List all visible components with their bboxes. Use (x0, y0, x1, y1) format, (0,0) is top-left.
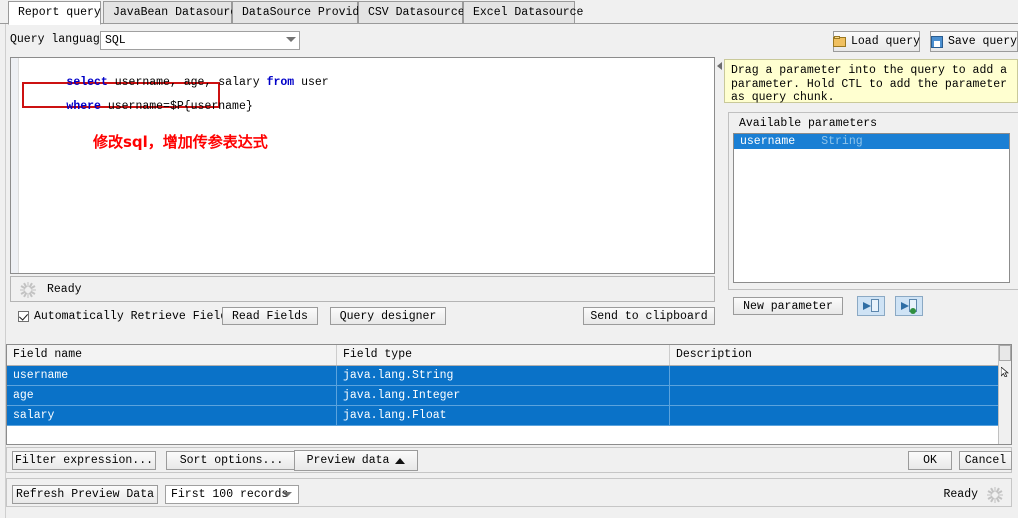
arrow-into-document-add-icon (901, 299, 917, 314)
tab-label: JavaBean Datasource (113, 6, 245, 19)
sql-editor[interactable]: select username, age, salary from user w… (10, 57, 715, 274)
records-count-value: First 100 records (171, 488, 289, 501)
spinner-icon (19, 281, 37, 299)
read-fields-label: Read Fields (232, 309, 308, 323)
table-row[interactable]: salary java.lang.Float (7, 406, 1000, 426)
cell-field-type: java.lang.String (337, 366, 670, 385)
chevron-down-icon (282, 492, 292, 497)
tab-report-query[interactable]: Report query (8, 1, 101, 25)
sql-table: user (294, 76, 329, 89)
query-language-select[interactable]: SQL (100, 31, 300, 50)
parameter-name: username (740, 135, 796, 148)
records-count-select[interactable]: First 100 records (165, 485, 299, 504)
preview-data-label: Preview data (306, 454, 390, 467)
floppy-disk-icon (931, 35, 943, 48)
add-parameter-button[interactable] (895, 296, 923, 316)
tab-label: Report query (18, 6, 101, 19)
column-header-field-type[interactable]: Field type (337, 345, 670, 365)
spinner-icon (986, 486, 1004, 504)
send-to-clipboard-label: Send to clipboard (590, 309, 708, 323)
sql-condition: username=$P{username} (100, 100, 253, 113)
fields-table[interactable]: Field name Field type Description userna… (6, 344, 1012, 445)
query-language-value: SQL (105, 34, 126, 47)
list-item[interactable]: username String (734, 134, 1009, 149)
save-query-button[interactable]: Save query (930, 31, 1018, 52)
sql-keyword-from: from (266, 76, 295, 89)
edit-parameter-button[interactable] (857, 296, 885, 316)
column-header-field-name[interactable]: Field name (7, 345, 337, 365)
editor-status-text: Ready (47, 283, 82, 296)
sql-line-2: where username=$P{username} (25, 87, 253, 126)
cell-description (670, 386, 1000, 405)
sort-options-label: Sort options... (179, 454, 284, 467)
datasource-tab-strip: Report query JavaBean Datasource DataSou… (0, 0, 1018, 25)
auto-retrieve-fields-label: Automatically Retrieve Fields (34, 310, 235, 323)
tab-csv-datasource[interactable]: CSV Datasource (358, 1, 465, 23)
filter-expression-label: Filter expression... (14, 454, 154, 467)
scrollbar-thumb[interactable] (999, 345, 1011, 361)
cell-field-type: java.lang.Integer (337, 386, 670, 405)
preview-toolbar (6, 447, 1012, 473)
query-editor-window: Report query JavaBean Datasource DataSou… (0, 0, 1018, 518)
parameter-type: String (821, 135, 863, 148)
ok-button[interactable]: OK (908, 451, 952, 470)
chevron-down-icon (286, 37, 296, 43)
ok-label: OK (923, 454, 937, 467)
sql-keyword-where: where (66, 100, 101, 113)
read-fields-button[interactable]: Read Fields (222, 307, 318, 325)
load-query-button[interactable]: Load query (833, 31, 920, 52)
panel-splitter[interactable] (716, 57, 724, 327)
refresh-preview-data-label: Refresh Preview Data (15, 488, 155, 501)
send-to-clipboard-button[interactable]: Send to clipboard (583, 307, 715, 325)
table-row[interactable]: username java.lang.String (7, 366, 1000, 386)
new-parameter-label: New parameter (743, 299, 833, 313)
save-query-label: Save query (948, 35, 1018, 48)
cancel-label: Cancel (964, 454, 1007, 467)
tab-excel-datasource[interactable]: Excel Datasource (463, 1, 583, 23)
new-parameter-button[interactable]: New parameter (733, 297, 843, 315)
cursor-icon (1001, 367, 1009, 377)
bottom-status-text: Ready (943, 488, 978, 501)
cancel-button[interactable]: Cancel (959, 451, 1012, 470)
available-parameters-list[interactable]: username String (733, 133, 1010, 283)
load-query-label: Load query (851, 35, 921, 48)
query-language-label: Query language (10, 33, 107, 46)
tab-javabean-datasource[interactable]: JavaBean Datasource (103, 1, 244, 23)
checkbox-icon (18, 311, 29, 322)
table-vertical-scrollbar[interactable] (998, 345, 1011, 444)
cell-field-type: java.lang.Float (337, 406, 670, 425)
annotation-text: 修改sql，增加传参表达式 (93, 133, 268, 151)
cell-field-name: username (7, 366, 337, 385)
cell-field-name: salary (7, 406, 337, 425)
table-header: Field name Field type Description (7, 345, 1011, 366)
tab-datasource-provider[interactable]: DataSource Provider (232, 1, 373, 23)
folder-icon (833, 36, 846, 47)
editor-gutter (11, 58, 19, 273)
chevron-up-icon (395, 457, 406, 464)
cell-description (670, 366, 1000, 385)
filter-expression-button[interactable]: Filter expression... (12, 451, 156, 470)
editor-status-bar: Ready (10, 276, 715, 302)
query-designer-label: Query designer (339, 309, 437, 323)
preview-data-button[interactable]: Preview data (294, 450, 418, 471)
table-row[interactable]: age java.lang.Integer (7, 386, 1000, 406)
cell-field-name: age (7, 386, 337, 405)
tab-label: Excel Datasource (473, 6, 584, 19)
query-designer-button[interactable]: Query designer (330, 307, 446, 325)
column-header-description[interactable]: Description (670, 345, 1000, 365)
available-parameters-label: Available parameters (736, 117, 881, 130)
parameter-hint-box: Drag a parameter into the query to add a… (724, 59, 1018, 104)
tab-label: DataSource Provider (242, 6, 374, 19)
refresh-preview-data-button[interactable]: Refresh Preview Data (12, 485, 158, 504)
sort-options-button[interactable]: Sort options... (166, 451, 297, 470)
arrow-into-document-icon (863, 299, 879, 313)
auto-retrieve-fields-checkbox[interactable]: Automatically Retrieve Fields (18, 310, 234, 323)
cell-description (670, 406, 1000, 425)
tab-label: CSV Datasource (368, 6, 465, 19)
